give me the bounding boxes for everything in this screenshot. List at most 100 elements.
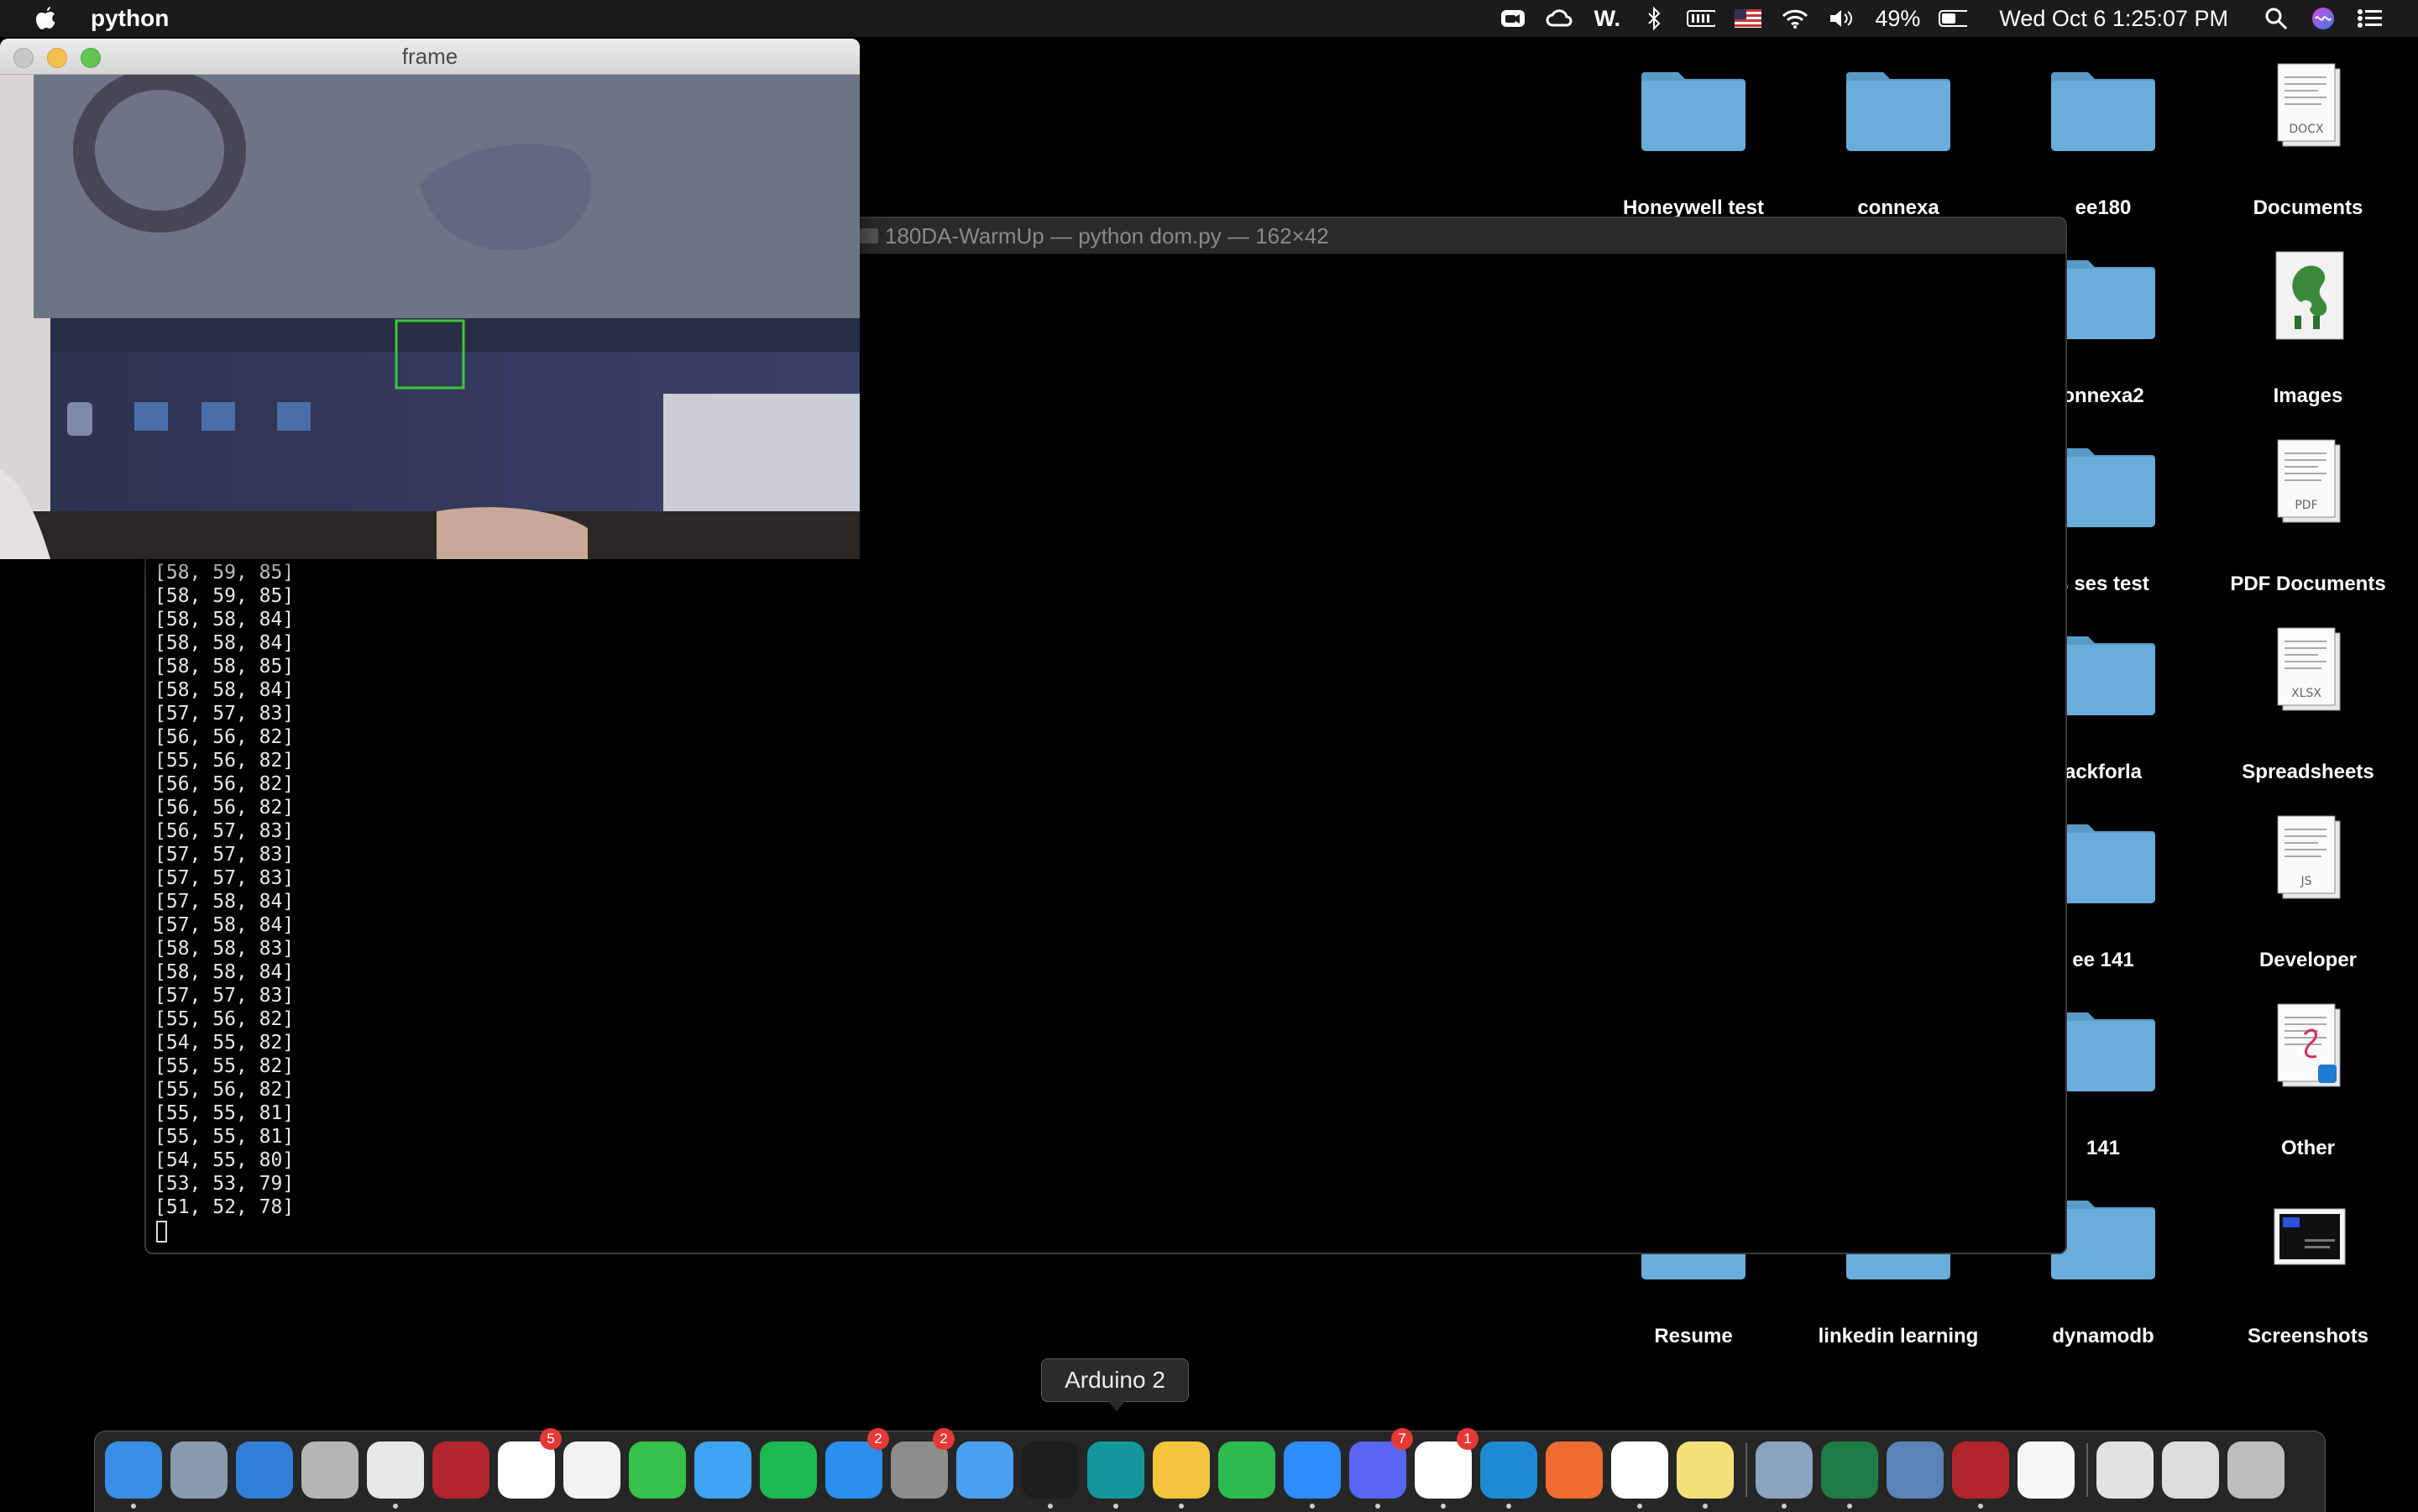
terminal-line: [55, 55, 81] bbox=[154, 1126, 295, 1148]
terminal-icon[interactable] bbox=[1022, 1441, 1079, 1499]
chrome-icon[interactable] bbox=[367, 1441, 424, 1499]
terminal-line: [54, 55, 80] bbox=[154, 1149, 295, 1171]
arduino-icon[interactable] bbox=[1087, 1441, 1144, 1499]
notification-badge: 7 bbox=[1391, 1428, 1413, 1450]
running-indicator bbox=[1847, 1504, 1852, 1509]
trash-icon[interactable] bbox=[2227, 1441, 2285, 1499]
app-store-icon[interactable] bbox=[825, 1441, 882, 1499]
zoom-icon[interactable] bbox=[1499, 7, 1527, 30]
discord-icon[interactable] bbox=[1349, 1441, 1406, 1499]
postman-icon[interactable] bbox=[1546, 1441, 1603, 1499]
safari-icon[interactable] bbox=[236, 1441, 293, 1499]
running-indicator bbox=[1978, 1504, 1983, 1509]
running-indicator bbox=[1310, 1504, 1315, 1509]
terminal-line: [56, 56, 82] bbox=[154, 726, 295, 748]
whatsapp-icon[interactable] bbox=[1218, 1441, 1275, 1499]
notification-badge: 1 bbox=[1457, 1428, 1479, 1450]
terminal-line: [53, 53, 79] bbox=[154, 1173, 295, 1195]
terminal-line: [56, 56, 82] bbox=[154, 797, 295, 819]
desktop-item-label: Developer bbox=[2258, 949, 2358, 971]
notification-badge: 5 bbox=[540, 1428, 562, 1450]
siri-icon[interactable] bbox=[2309, 7, 2337, 30]
calculator-icon[interactable] bbox=[301, 1441, 359, 1499]
document-stack-icon: DOCX bbox=[2277, 63, 2341, 147]
terminal-line: [51, 52, 78] bbox=[154, 1196, 295, 1218]
folder-icon bbox=[2051, 72, 2155, 151]
terminal-cursor bbox=[156, 1221, 167, 1243]
dock-separator bbox=[2086, 1443, 2088, 1497]
calendar-icon[interactable] bbox=[498, 1441, 555, 1499]
control-center-icon[interactable] bbox=[2356, 7, 2384, 30]
apple-menu-icon[interactable] bbox=[34, 5, 59, 32]
vscode-icon[interactable] bbox=[1480, 1441, 1537, 1499]
us-flag-icon[interactable] bbox=[1734, 7, 1762, 30]
desktop-item-label: Other bbox=[2280, 1137, 2335, 1159]
clock[interactable]: Wed Oct 6 1:25:07 PM bbox=[1999, 6, 2228, 32]
camera-feed-image bbox=[0, 75, 860, 559]
notification-badge: 2 bbox=[933, 1428, 955, 1450]
mail-bird-icon[interactable] bbox=[1887, 1441, 1944, 1499]
terminal-line: [58, 58, 84] bbox=[154, 679, 295, 701]
folder-icon bbox=[1641, 72, 1745, 151]
running-indicator bbox=[1179, 1504, 1184, 1509]
volume-icon[interactable] bbox=[1828, 7, 1856, 30]
file-type-tag: PDF bbox=[2295, 499, 2317, 512]
battery-level-icon[interactable] bbox=[1687, 7, 1716, 30]
desktop-item-label: Documents bbox=[2253, 196, 2363, 219]
terminal-line: [55, 56, 82] bbox=[154, 1008, 295, 1030]
app-menu-name[interactable]: python bbox=[91, 5, 169, 32]
dock-tooltip: Arduino 2 bbox=[1041, 1358, 1189, 1411]
terminal-line: [55, 56, 82] bbox=[154, 750, 295, 772]
stickies-icon[interactable] bbox=[1677, 1441, 1734, 1499]
bluetooth-icon[interactable] bbox=[1640, 7, 1668, 30]
w-icon[interactable]: W. bbox=[1593, 6, 1621, 31]
terminal-line: [57, 57, 83] bbox=[154, 844, 295, 866]
battery-icon[interactable] bbox=[1939, 7, 1968, 30]
terminal-title: 180DA-WarmUp — python dom.py — 162×42 bbox=[885, 223, 1329, 249]
facetime-icon[interactable] bbox=[629, 1441, 686, 1499]
documents-stack-icon[interactable] bbox=[2096, 1441, 2154, 1499]
desktop-item-label: Resume bbox=[1654, 1325, 1733, 1347]
creative-cloud-icon[interactable] bbox=[1546, 7, 1574, 30]
frame-window[interactable]: frame bbox=[0, 39, 860, 559]
frame-titlebar[interactable]: frame bbox=[0, 39, 860, 75]
image-stack-icon bbox=[2275, 251, 2344, 340]
terminal-line: [57, 58, 84] bbox=[154, 891, 295, 913]
preview-icon[interactable] bbox=[1756, 1441, 1813, 1499]
finder-icon[interactable] bbox=[105, 1441, 162, 1499]
excel-icon[interactable] bbox=[1821, 1441, 1878, 1499]
terminal-line: [54, 55, 82] bbox=[154, 1032, 295, 1054]
terminal-line: [58, 58, 84] bbox=[154, 632, 295, 654]
spotify-icon[interactable] bbox=[760, 1441, 817, 1499]
terminal-line: [58, 59, 85] bbox=[154, 585, 295, 607]
photo-booth-icon[interactable] bbox=[432, 1441, 489, 1499]
screenshot-stack-icon[interactable] bbox=[2162, 1441, 2219, 1499]
cyberduck-icon[interactable] bbox=[1153, 1441, 1210, 1499]
running-indicator bbox=[1113, 1504, 1118, 1509]
terminal-line: [57, 58, 84] bbox=[154, 914, 295, 936]
xcode-icon[interactable] bbox=[956, 1441, 1013, 1499]
photos-icon[interactable] bbox=[563, 1441, 620, 1499]
battery-percent[interactable]: 49% bbox=[1875, 6, 1920, 32]
wifi-icon[interactable] bbox=[1781, 7, 1809, 30]
file-type-tag: JS bbox=[2300, 875, 2311, 888]
messages-icon[interactable] bbox=[694, 1441, 751, 1499]
dictionary-icon[interactable] bbox=[1952, 1441, 2009, 1499]
terminal-line: [55, 56, 82] bbox=[154, 1079, 295, 1101]
document-stack-icon: PDF bbox=[2277, 439, 2341, 523]
desktop-item-label: linkedin learning bbox=[1818, 1325, 1979, 1347]
notion-icon[interactable] bbox=[1611, 1441, 1668, 1499]
desktop-item-label: PDF Documents bbox=[2230, 573, 2386, 595]
document-stack-icon bbox=[2277, 1003, 2341, 1087]
terminal-line: [57, 57, 83] bbox=[154, 703, 295, 725]
launchpad-icon[interactable] bbox=[170, 1441, 228, 1499]
slack-icon[interactable] bbox=[1415, 1441, 1472, 1499]
zoom-icon[interactable] bbox=[1284, 1441, 1341, 1499]
spotlight-search-icon[interactable] bbox=[2262, 7, 2290, 30]
file-type-tag: XLSX bbox=[2291, 687, 2321, 700]
folder-icon bbox=[860, 228, 878, 243]
terminal-line: [55, 55, 81] bbox=[154, 1102, 295, 1124]
system-preferences-icon[interactable] bbox=[891, 1441, 948, 1499]
running-indicator bbox=[131, 1504, 136, 1509]
document-icon[interactable] bbox=[2018, 1441, 2075, 1499]
